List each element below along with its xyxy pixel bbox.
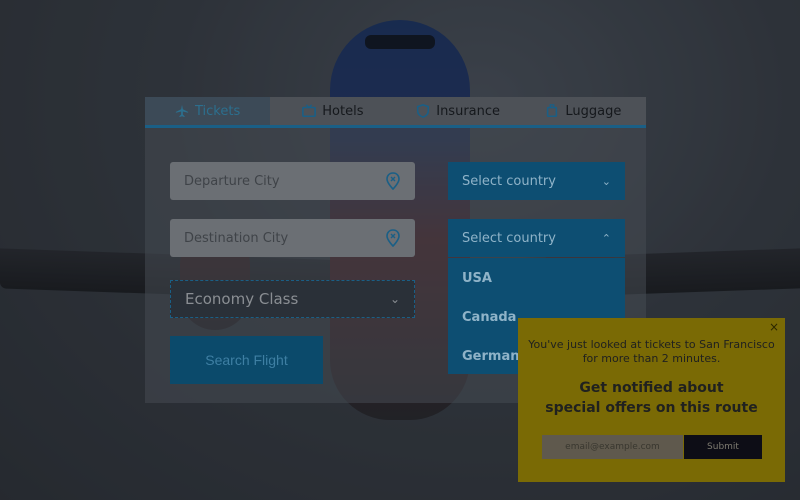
email-input[interactable]: email@example.com <box>542 435 683 459</box>
map-pin-icon <box>386 229 400 247</box>
popup-headline-line2: special offers on this route <box>545 400 758 416</box>
shield-icon <box>417 104 430 118</box>
tab-bar: Tickets Hotels Insurance Luggage <box>145 97 646 128</box>
tab-insurance[interactable]: Insurance <box>395 97 521 128</box>
plane-icon <box>175 104 189 118</box>
notification-popup: × You've just looked at tickets to San F… <box>518 318 785 482</box>
country-option-usa[interactable]: USA <box>462 271 492 286</box>
tab-insurance-label: Insurance <box>436 103 501 119</box>
chevron-up-icon: ⌃ <box>601 231 611 245</box>
tab-tickets-label: Tickets <box>195 103 241 119</box>
email-placeholder: email@example.com <box>565 442 660 452</box>
submit-button[interactable]: Submit <box>684 435 762 459</box>
tv-icon <box>302 104 317 118</box>
tab-tickets[interactable]: Tickets <box>145 97 271 128</box>
destination-country-label: Select country <box>462 230 556 246</box>
tab-luggage[interactable]: Luggage <box>520 97 646 128</box>
popup-message-line1: You've just looked at tickets to San Fra… <box>528 338 775 351</box>
destination-city-placeholder: Destination City <box>184 230 289 246</box>
chevron-down-icon: ⌄ <box>601 174 611 188</box>
luggage-icon <box>547 104 558 118</box>
travel-class-value: Economy Class <box>185 290 299 308</box>
country-option-canada[interactable]: Canada <box>462 310 516 325</box>
chevron-down-icon: ⌄ <box>389 292 400 306</box>
destination-city-input[interactable]: Destination City <box>170 219 415 257</box>
search-flight-button[interactable]: Search Flight <box>170 336 323 384</box>
map-pin-icon <box>386 172 400 190</box>
close-icon[interactable]: × <box>769 320 779 334</box>
tab-hotels-label: Hotels <box>322 103 364 119</box>
departure-country-select[interactable]: Select country ⌄ <box>448 162 625 200</box>
popup-message: You've just looked at tickets to San Fra… <box>518 338 785 366</box>
travel-class-select[interactable]: Economy Class ⌄ <box>170 280 415 318</box>
popup-headline-line1: Get notified about <box>579 380 724 396</box>
popup-headline: Get notified about special offers on thi… <box>518 378 785 418</box>
tab-luggage-label: Luggage <box>565 103 622 119</box>
popup-message-line2: for more than 2 minutes. <box>582 352 721 365</box>
tab-hotels[interactable]: Hotels <box>270 97 396 128</box>
destination-country-select[interactable]: Select country ⌃ <box>448 219 625 257</box>
departure-country-label: Select country <box>462 173 556 189</box>
departure-city-input[interactable]: Departure City <box>170 162 415 200</box>
departure-city-placeholder: Departure City <box>184 173 280 189</box>
